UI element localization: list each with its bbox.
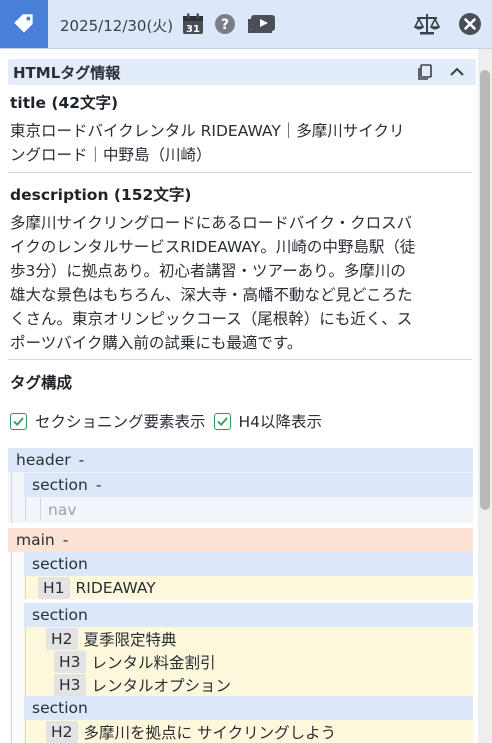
h4-checkbox-label[interactable]: H4以降表示 (239, 410, 323, 432)
svg-text:?: ? (221, 17, 229, 33)
tag-options: セクショニング要素表示 H4以降表示 (10, 410, 330, 432)
description-line: 歩3分）に拠点あり。初心者講習・ツアーあり。多摩川の (10, 262, 406, 280)
heading-level-badge: H1 (38, 576, 70, 599)
heading-level-badge: H2 (46, 720, 78, 743)
scale-icon[interactable] (412, 12, 442, 36)
description-line: くさん。東京オリンピックコース（尾根幹）にも近く、ス (10, 310, 413, 328)
top-bar: 2025/12/30(火) 31 ? (0, 0, 492, 49)
tree-guide (11, 528, 12, 743)
video-icon[interactable] (246, 12, 278, 36)
tree-node-main[interactable]: main - (8, 528, 473, 552)
node-tag: nav (48, 501, 77, 519)
tag-structure-heading: タグ構成 (10, 374, 73, 392)
heading-h1[interactable]: H1 RIDEAWAY (38, 576, 156, 599)
title-heading: title (42文字) (10, 94, 119, 112)
node-tag: section (32, 476, 88, 494)
description-heading: description (152文字) (10, 186, 192, 204)
panel-header: HTMLタグ情報 (8, 59, 476, 85)
tree-node-header[interactable]: header - (8, 448, 473, 472)
divider (8, 172, 472, 173)
heading-h3[interactable]: H3 レンタルオプション (54, 673, 231, 696)
node-tag: header (16, 451, 71, 469)
description-line: イクのレンタルサービスRIDEAWAY。川崎の中野島駅（徒 (10, 238, 416, 256)
heading-h3[interactable]: H3 レンタル料金割引 (54, 650, 216, 673)
help-icon[interactable]: ? (213, 12, 237, 36)
node-tag: section (32, 699, 88, 717)
tag-icon[interactable] (0, 0, 48, 48)
heading-h2[interactable]: H2 多摩川を拠点に サイクリングしよう (46, 720, 336, 743)
node-tag: section (32, 606, 88, 624)
node-tag: main (16, 531, 55, 549)
calendar-day: 31 (186, 24, 200, 35)
collapse-toggle[interactable]: - (79, 451, 85, 469)
heading-level-badge: H3 (54, 673, 86, 696)
description-text: 多摩川サイクリングロードにあるロードバイク・クロスバ イクのレンタルサービスRI… (10, 211, 472, 355)
divider (8, 359, 472, 360)
sectioning-checkbox[interactable] (10, 412, 27, 430)
heading-text: 夏季限定特典 (83, 630, 177, 649)
heading-level-badge: H3 (54, 650, 86, 673)
sectioning-checkbox-label[interactable]: セクショニング要素表示 (35, 410, 206, 432)
title-line: 東京ロードバイクレンタル RIDEAWAY｜多摩川サイクリ (10, 122, 405, 140)
collapse-icon[interactable] (446, 61, 468, 83)
copy-icon[interactable] (414, 61, 436, 83)
tree-node-section[interactable]: section - (24, 473, 473, 497)
description-line: ポーツバイク購入前の試乗にも最適です。 (10, 334, 303, 352)
date-display: 2025/12/30(火) (60, 17, 174, 35)
heading-text: RIDEAWAY (75, 578, 156, 597)
panel-title: HTMLタグ情報 (13, 64, 121, 82)
node-tag: section (32, 555, 88, 573)
h4-checkbox[interactable] (213, 412, 231, 430)
collapse-toggle[interactable]: - (96, 476, 102, 494)
main-content: HTMLタグ情報 title (42文字) 東京ロードバイクレンタル RIDEA… (0, 49, 478, 743)
tree-node-section[interactable]: section (24, 552, 473, 576)
calendar-icon[interactable]: 31 (180, 12, 206, 36)
close-icon[interactable] (457, 12, 483, 36)
tree-node-nav[interactable]: nav (40, 498, 473, 522)
heading-level-badge: H2 (46, 627, 78, 650)
collapse-toggle[interactable]: - (63, 531, 69, 549)
heading-text: レンタル料金割引 (91, 653, 216, 672)
title-text: 東京ロードバイクレンタル RIDEAWAY｜多摩川サイクリ ングロード｜中野島（… (10, 119, 472, 167)
heading-text: レンタルオプション (91, 676, 232, 695)
heading-h2[interactable]: H2 夏季限定特典 (46, 627, 177, 650)
tree-node-section[interactable]: section (24, 603, 473, 627)
title-line: ングロード｜中野島（川崎） (10, 146, 212, 164)
description-line: 多摩川サイクリングロードにあるロードバイク・クロスバ (10, 214, 413, 232)
description-line: 雄大な景色はもちろん、深大寺・高幡不動など見どころた (10, 286, 413, 304)
tree-node-section[interactable]: section (24, 696, 473, 720)
heading-text: 多摩川を拠点に サイクリングしよう (83, 723, 337, 742)
scrollbar-thumb[interactable] (480, 70, 490, 510)
